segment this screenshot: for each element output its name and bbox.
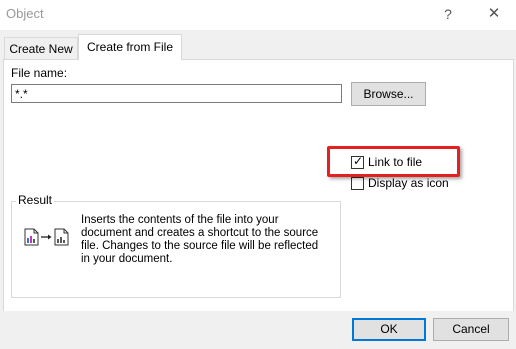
help-icon[interactable]: ?	[437, 4, 459, 24]
cancel-button[interactable]: Cancel	[433, 318, 509, 341]
display-as-icon-label: Display as icon	[368, 176, 449, 190]
browse-button[interactable]: Browse...	[351, 82, 426, 106]
display-as-icon-option[interactable]: Display as icon	[351, 176, 449, 190]
close-icon[interactable]: ✕	[483, 4, 505, 24]
display-as-icon-checkbox[interactable]	[351, 176, 364, 190]
result-legend: Result	[16, 193, 55, 207]
title-bar: Object ? ✕	[0, 0, 516, 30]
result-description: Inserts the contents of the file into yo…	[81, 214, 319, 265]
tab-create-new[interactable]: Create New	[4, 37, 78, 60]
highlight-annotation	[327, 146, 460, 177]
tab-create-from-file[interactable]: Create from File	[78, 34, 182, 60]
file-name-input[interactable]	[11, 84, 342, 103]
file-name-label: File name:	[11, 66, 68, 80]
link-result-icon	[24, 228, 69, 246]
dialog-title: Object	[6, 6, 44, 21]
ok-button[interactable]: OK	[352, 318, 426, 341]
